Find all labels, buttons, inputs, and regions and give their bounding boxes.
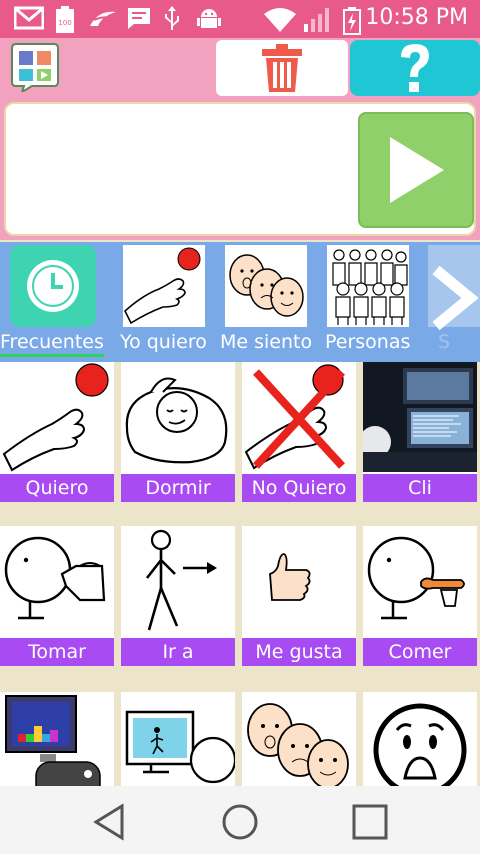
tile-tomar[interactable]: Tomar [0,526,114,666]
drink-icon [4,536,106,620]
tile-me-gusta[interactable]: Me gusta [242,526,356,666]
category-label: Frecuentes [0,331,104,353]
category-yo-quiero[interactable]: Yo quiero [116,242,216,362]
tile-videojuego[interactable] [0,692,114,786]
tile-label: Dormir [121,474,235,502]
usb-icon [165,6,179,30]
trash-icon [262,44,302,92]
eat-icon [367,536,465,620]
app-logo-icon[interactable] [10,42,60,92]
recents-square-icon[interactable] [350,802,390,842]
tile-comer[interactable]: Comer [363,526,477,666]
tile-label: Me gusta [242,638,356,666]
tile-no-quiero[interactable]: No Quiero [242,362,356,502]
hand-crossed-icon [244,364,345,470]
category-label: Yo quiero [120,331,207,353]
faces-icon [229,254,304,317]
category-thumb [327,245,409,327]
selected-indicator [0,354,104,357]
sleep-icon [125,377,228,464]
tile-ver-tv[interactable] [121,692,235,786]
tile-label: Comer [363,638,477,666]
tile-dormir[interactable]: Dormir [121,362,235,502]
faces-icon [247,703,349,786]
swiftkey-icon [90,11,116,26]
category-thumb [10,245,96,327]
tile-cli[interactable]: Cli [363,362,477,502]
category-thumb [225,245,307,327]
tile-label: Ir a [121,638,235,666]
tile-miedo[interactable] [363,692,477,786]
tile-ir-a[interactable]: Ir a [121,526,235,666]
back-triangle-icon[interactable] [90,802,130,842]
tile-quiero[interactable]: Quiero [0,362,114,502]
clear-button[interactable] [216,40,348,96]
scared-face-icon [373,703,467,786]
category-label: Personas [325,331,411,353]
gmail-icon [14,6,44,30]
wifi-icon [264,8,296,32]
signal-icon [304,8,329,32]
symbol-grid: Quiero Dormir No Quiero Cli Tomar Ir a M… [0,362,480,786]
tv-watch-icon [125,710,235,784]
category-me-siento[interactable]: Me siento [220,242,320,362]
android-icon [197,9,221,28]
help-button[interactable] [350,40,480,96]
svg-text:100: 100 [58,19,71,27]
battery-charging-icon [343,7,361,35]
videogame-icon [5,695,101,786]
status-bar: 100 10:58 PM [0,0,480,38]
tile-label: Quiero [0,474,114,502]
tile-label: No Quiero [242,474,356,502]
clock-time: 10:58 PM [365,5,468,30]
category-personas[interactable]: Personas [324,242,424,362]
category-bar: Frecuentes Yo quiero Me siento Personas [0,242,480,362]
category-label: Me siento [220,331,313,353]
category-thumb [123,245,205,327]
message-icon [128,8,150,29]
battery-100-icon: 100 [56,6,74,33]
question-icon [401,44,429,92]
toolbar [0,38,480,100]
home-circle-icon[interactable] [220,802,260,842]
play-icon [390,137,444,203]
people-icon [332,249,408,325]
tile-label: Tomar [0,638,114,666]
tile-label: Cli [363,474,477,502]
thumbs-up-icon [269,553,322,601]
hand-icon [124,247,201,325]
chevron-right-icon[interactable] [424,242,480,362]
tile-caras[interactable] [242,692,356,786]
speak-button[interactable] [358,112,474,228]
category-frecuentes[interactable]: Frecuentes [0,242,110,362]
computer-screens-photo [363,362,477,472]
clock-icon [27,260,79,312]
navigation-bar [0,786,480,854]
hand-red-ball-icon [2,363,109,472]
walk-icon [145,529,217,631]
